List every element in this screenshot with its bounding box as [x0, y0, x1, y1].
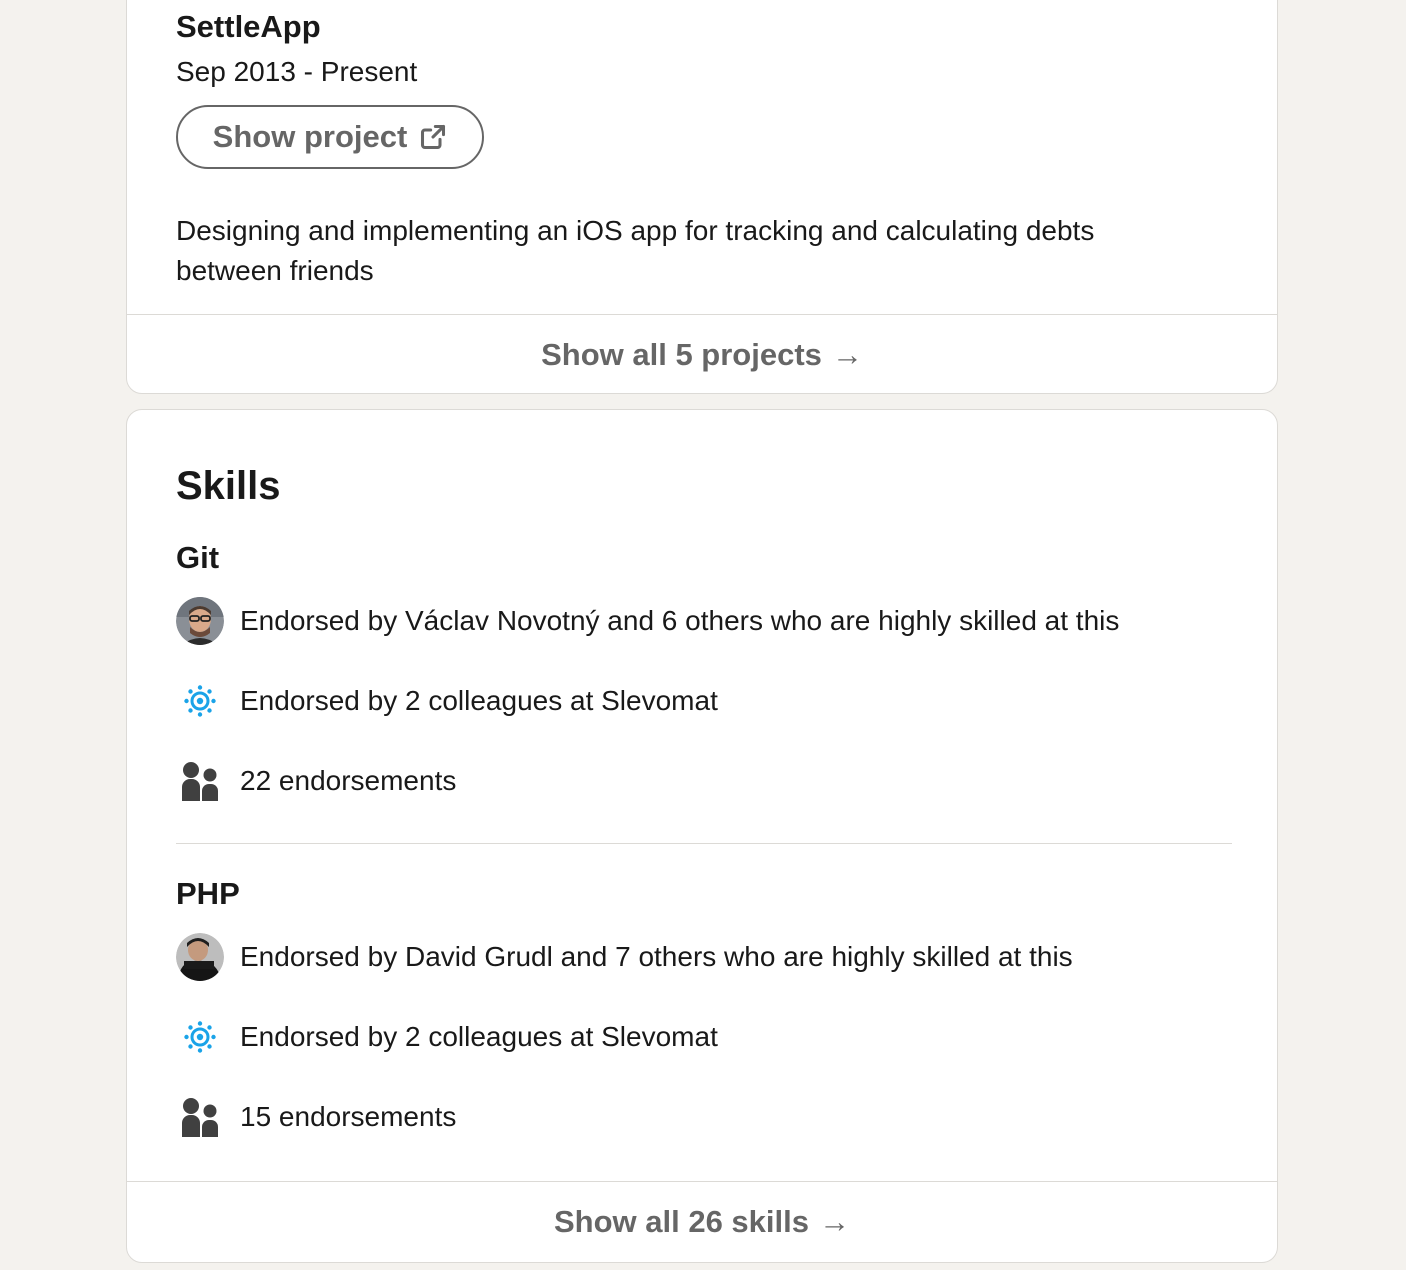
- endorsed-by-row[interactable]: Endorsed by David Grudl and 7 others who…: [176, 933, 1073, 981]
- endorsed-by-text: Endorsed by David Grudl and 7 others who…: [240, 941, 1073, 972]
- skill-divider: [176, 843, 1232, 844]
- external-link-icon: [419, 123, 447, 151]
- arrow-right-icon: →: [831, 337, 863, 372]
- endorsements-row[interactable]: 22 endorsements: [176, 757, 456, 805]
- projects-card: SettleApp Sep 2013 - Present Show projec…: [126, 0, 1278, 394]
- slevomat-gear-icon: [176, 1013, 224, 1061]
- show-project-button[interactable]: Show project: [176, 105, 484, 169]
- colleagues-row: Endorsed by 2 colleagues at Slevomat: [176, 677, 718, 725]
- people-icon: [176, 757, 224, 805]
- project-description: Designing and implementing an iOS app fo…: [176, 215, 1095, 286]
- project-title: SettleApp: [176, 9, 321, 44]
- endorser-avatar[interactable]: [176, 933, 224, 981]
- skills-card: Skills Git Endorsed by Václav Novotný an…: [126, 409, 1278, 1263]
- endorser-avatar[interactable]: [176, 597, 224, 645]
- endorsements-count: 22 endorsements: [240, 765, 457, 796]
- show-all-skills-label: Show all 26 skills: [553, 1204, 809, 1239]
- skill-name[interactable]: PHP: [176, 874, 240, 914]
- arrow-right-icon: →: [819, 1204, 850, 1239]
- colleagues-text: Endorsed by 2 colleagues at Slevomat: [240, 685, 718, 716]
- people-icon: [176, 1093, 224, 1141]
- skill-name[interactable]: Git: [176, 538, 219, 578]
- endorsed-by-text: Endorsed by Václav Novotný and 6 others …: [240, 605, 1120, 636]
- slevomat-gear-icon: [176, 677, 224, 725]
- colleagues-row: Endorsed by 2 colleagues at Slevomat: [176, 1013, 718, 1061]
- endorsements-row[interactable]: 15 endorsements: [176, 1093, 456, 1141]
- show-all-projects-label: Show all 5 projects: [541, 337, 822, 372]
- endorsed-by-row[interactable]: Endorsed by Václav Novotný and 6 others …: [176, 597, 1119, 645]
- colleagues-text: Endorsed by 2 colleagues at Slevomat: [240, 1021, 718, 1052]
- show-project-label: Show project: [212, 119, 408, 154]
- endorsements-count: 15 endorsements: [240, 1101, 457, 1132]
- section-heading: Skills: [176, 464, 281, 508]
- show-all-projects-link[interactable]: Show all 5 projects →: [127, 315, 1277, 395]
- show-all-skills-link[interactable]: Show all 26 skills →: [127, 1182, 1277, 1262]
- project-date: Sep 2013 - Present: [176, 56, 418, 87]
